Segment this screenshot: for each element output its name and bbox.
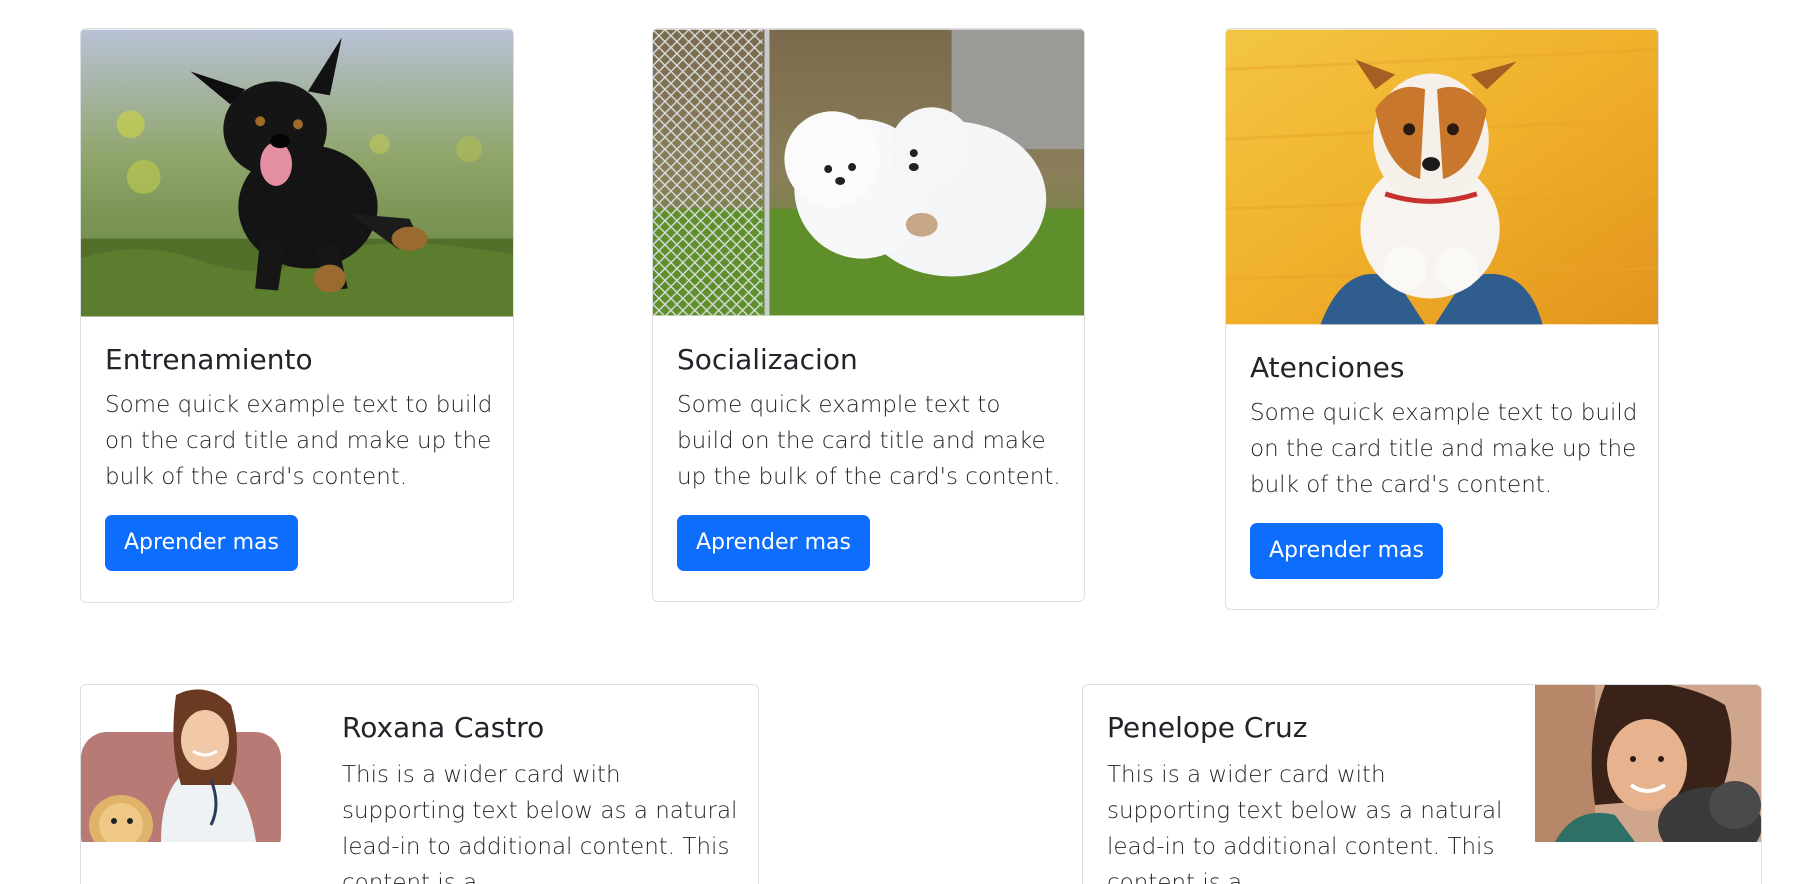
aprender-mas-button[interactable]: Aprender mas (677, 515, 870, 571)
card-title: Atenciones (1250, 351, 1405, 384)
profile-card-roxana-castro: Roxana Castro This is a wider card with … (80, 684, 759, 884)
profile-image-veterinarian (81, 689, 281, 842)
card-image-white-puppies (653, 29, 1084, 316)
card-socializacion: Socializacion Some quick example text to… (652, 28, 1085, 602)
profile-name: Roxana Castro (342, 711, 545, 744)
profile-name: Penelope Cruz (1107, 711, 1308, 744)
profile-text: This is a wider card with supporting tex… (342, 762, 738, 884)
aprender-mas-button[interactable]: Aprender mas (1250, 523, 1443, 579)
card-text: Some quick example text to build on the … (1250, 400, 1638, 498)
card-text: Some quick example text to build on the … (677, 392, 1061, 490)
aprender-mas-button[interactable]: Aprender mas (105, 515, 298, 571)
card-atenciones: Atenciones Some quick example text to bu… (1225, 28, 1659, 610)
card-image-puppy-running (81, 29, 513, 317)
card-text: Some quick example text to build on the … (105, 392, 493, 490)
profile-image-woman-with-cat (1535, 685, 1761, 842)
card-title: Entrenamiento (105, 343, 313, 376)
card-title: Socializacion (677, 343, 858, 376)
card-entrenamiento: Entrenamiento Some quick example text to… (80, 28, 514, 603)
profile-text: This is a wider card with supporting tex… (1107, 762, 1503, 884)
profile-card-penelope-cruz: Penelope Cruz This is a wider card with … (1082, 684, 1762, 884)
card-image-terrier (1226, 29, 1658, 325)
